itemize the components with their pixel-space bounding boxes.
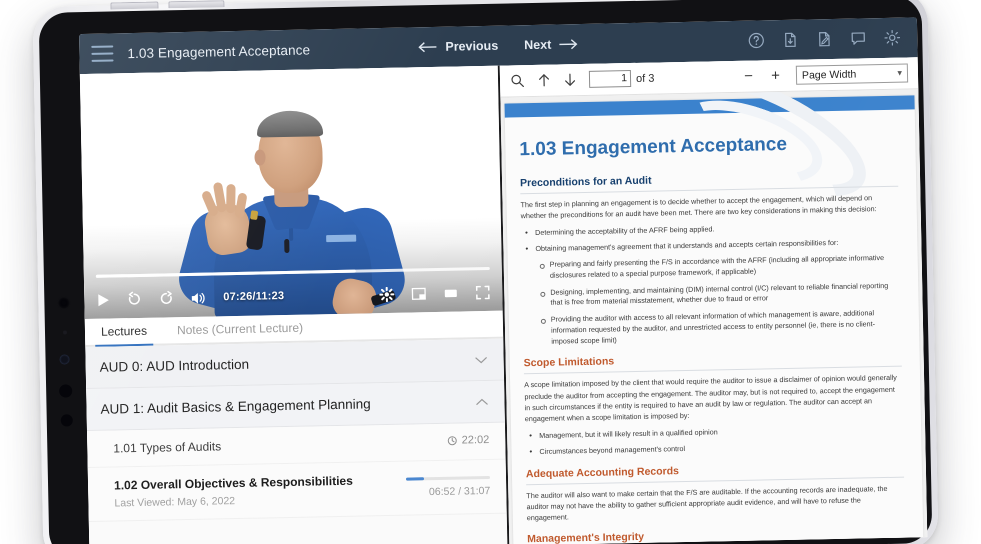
zoom-out-button[interactable]: − bbox=[742, 68, 755, 85]
bullet-list: Management, but it will likely result in… bbox=[525, 424, 903, 458]
arrow-right-icon bbox=[559, 39, 578, 50]
picture-in-picture-button[interactable] bbox=[411, 286, 426, 301]
pdf-pane: 1 of 3 − + Page Width ▾ 1.03 Engagement … bbox=[499, 57, 928, 544]
lecture-list[interactable]: AUD 0: AUD Introduction AUD 1: Audit Bas… bbox=[85, 338, 508, 544]
list-item[interactable]: 1.02 Overall Objectives & Responsibiliti… bbox=[87, 459, 507, 523]
hamburger-icon[interactable] bbox=[91, 45, 114, 62]
tablet-device: 1.03 Engagement Acceptance Previous Next bbox=[32, 0, 939, 544]
video-timestamp: 07:26/11:23 bbox=[223, 290, 285, 304]
arrow-left-icon bbox=[418, 42, 437, 53]
document-section: Preconditions for an Audit The first ste… bbox=[520, 170, 901, 348]
section-title: AUD 0: AUD Introduction bbox=[99, 356, 250, 375]
section-title: AUD 1: Audit Basics & Engagement Plannin… bbox=[100, 396, 371, 417]
pdf-zoom-controls: − + Page Width ▾ bbox=[742, 63, 909, 85]
lecture-title: 1.02 Overall Objectives & Responsibiliti… bbox=[113, 473, 353, 493]
download-document-icon[interactable] bbox=[781, 31, 799, 49]
settings-gear-icon[interactable] bbox=[883, 29, 901, 47]
pdf-scroll-area[interactable]: 1.03 Engagement Acceptance Preconditions… bbox=[500, 89, 928, 544]
page-number-input[interactable]: 1 bbox=[588, 70, 632, 88]
header-icon-group bbox=[747, 29, 901, 50]
chevron-down-icon: ▾ bbox=[897, 67, 903, 78]
rewind-10-button[interactable] bbox=[126, 291, 142, 307]
lecture-last-viewed: Last Viewed: May 6, 2022 bbox=[114, 495, 236, 510]
zoom-level-value: Page Width bbox=[801, 68, 857, 82]
content-panes: 07:26/11:23 Lectures Notes (Current Lect… bbox=[79, 57, 928, 544]
lecture-progress-fill bbox=[405, 477, 425, 481]
search-icon[interactable] bbox=[510, 73, 525, 88]
volume-down-button[interactable] bbox=[168, 0, 225, 9]
tab-lectures[interactable]: Lectures bbox=[95, 324, 153, 345]
help-icon[interactable] bbox=[747, 31, 765, 49]
previous-label: Previous bbox=[445, 38, 499, 54]
video-player[interactable]: 07:26/11:23 bbox=[79, 65, 503, 320]
forward-10-button[interactable] bbox=[158, 290, 174, 306]
sub-bullet-item: Providing the auditor with access to all… bbox=[537, 308, 902, 348]
play-button[interactable] bbox=[96, 292, 110, 307]
volume-up-button[interactable] bbox=[110, 1, 159, 10]
previous-page-arrow-up-icon[interactable] bbox=[537, 73, 551, 88]
section-paragraph: A scope limitation imposed by the client… bbox=[524, 373, 897, 424]
bullet-text: Obtaining management's agreement that it… bbox=[535, 238, 839, 254]
microphone-icon bbox=[62, 330, 68, 335]
zoom-level-select[interactable]: Page Width ▾ bbox=[795, 63, 909, 85]
fullscreen-button[interactable] bbox=[475, 284, 490, 299]
document-section: Adequate Accounting Records The auditor … bbox=[526, 460, 905, 523]
chevron-down-icon bbox=[475, 355, 488, 363]
sub-bullet-list: Preparing and fairly presenting the F/S … bbox=[536, 253, 902, 348]
bullet-item: Management, but it will likely result in… bbox=[525, 424, 903, 442]
lecture-duration-text: 22:02 bbox=[461, 433, 490, 447]
next-page-arrow-down-icon[interactable] bbox=[563, 72, 577, 87]
section-paragraph: The auditor will also want to make certa… bbox=[526, 483, 888, 523]
previous-button[interactable]: Previous bbox=[418, 39, 498, 55]
lecture-duration: 22:02 bbox=[448, 433, 490, 447]
lecture-progress-bar bbox=[405, 475, 491, 481]
comment-icon[interactable] bbox=[849, 29, 867, 47]
page-title: 1.03 Engagement Acceptance bbox=[127, 41, 311, 61]
next-button[interactable]: Next bbox=[524, 37, 578, 52]
page-count-label: of 3 bbox=[635, 72, 655, 85]
tab-notes[interactable]: Notes (Current Lecture) bbox=[171, 321, 309, 344]
theater-mode-button[interactable] bbox=[443, 285, 458, 300]
lecture-navigation: Previous Next bbox=[418, 37, 578, 54]
screenshot-stage: 1.03 Engagement Acceptance Previous Next bbox=[0, 0, 981, 544]
bullet-item: Circumstances beyond management's contro… bbox=[525, 440, 903, 458]
sub-bullet-item: Designing, implementing, and maintaining… bbox=[536, 280, 900, 309]
edit-document-icon[interactable] bbox=[815, 30, 833, 48]
bullet-list: Determining the acceptability of the AFR… bbox=[521, 221, 901, 348]
video-settings-button[interactable] bbox=[379, 286, 395, 302]
clock-icon bbox=[448, 436, 458, 446]
document-section: Scope Limitations A scope limitation imp… bbox=[524, 350, 904, 458]
next-label: Next bbox=[524, 37, 552, 53]
pdf-page: 1.03 Engagement Acceptance Preconditions… bbox=[504, 89, 927, 544]
left-pane: 07:26/11:23 Lectures Notes (Current Lect… bbox=[79, 65, 510, 544]
shirt-logo bbox=[326, 234, 357, 243]
document-body: Preconditions for an Audit The first ste… bbox=[506, 153, 925, 544]
volume-button[interactable] bbox=[190, 290, 207, 305]
video-right-controls bbox=[379, 284, 490, 302]
zoom-in-button[interactable]: + bbox=[769, 67, 782, 84]
chevron-up-icon bbox=[475, 397, 488, 405]
lecture-title: 1.01 Types of Audits bbox=[113, 439, 222, 456]
bullet-item: Obtaining management's agreement that it… bbox=[521, 237, 901, 348]
tablet-screen: 1.03 Engagement Acceptance Previous Next bbox=[79, 17, 928, 544]
lecture-time-progress: 06:52 / 31:07 bbox=[428, 484, 491, 499]
sub-bullet-item: Preparing and fairly presenting the F/S … bbox=[536, 253, 900, 282]
bullet-item: Determining the acceptability of the AFR… bbox=[521, 221, 899, 239]
section-paragraph: The first step in planning an engagement… bbox=[520, 193, 877, 221]
